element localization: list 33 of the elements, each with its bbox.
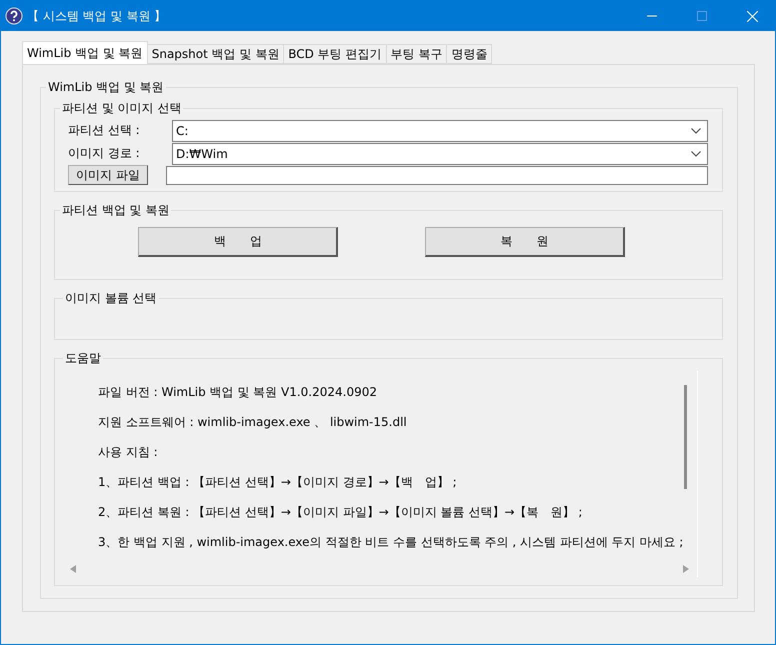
dropdown[interactable]: C: [172,120,708,142]
help-line: 파일 버전 : WimLib 백업 및 복원 V1.0.2024.0902 [98,385,378,400]
tab[interactable]: BCD 부팅 편집기 [283,44,387,64]
group-title: 이미지 볼륨 선택 [64,290,158,307]
right-arrow-icon[interactable] [683,565,689,573]
help-icon [5,7,23,25]
help-line: 사용 지침 : [98,445,159,460]
help-line: 1、파티션 백업 : 【파티션 선택】→【이미지 경로】→【백 업】 ; [98,475,458,490]
group-title: 파티션 및 이미지 선택 [61,100,182,117]
image-file-button[interactable]: 이미지 파일 [68,165,148,185]
group-title: 도움말 [64,350,102,367]
tab[interactable]: Snapshot 백업 및 복원 [146,44,284,64]
tab[interactable]: WimLib 백업 및 복원 [22,41,148,64]
field-label: 이미지 경로 : [67,145,141,162]
chevron-icon [691,128,701,134]
maximize-icon [697,11,707,21]
chevron-icon [691,150,701,156]
close-icon [746,10,758,22]
help-line: 지원 소프트웨어 : wimlib-imagex.exe 、 libwim-15.dll [98,415,408,430]
action-button[interactable]: 백 업 [138,227,338,257]
tab[interactable]: 명령줄 [446,44,492,64]
field-label: 파티션 선택 : [67,122,141,139]
help-line: 3、한 백업 지원 , wimlib-imagex.exe의 적절한 비트 수를 선택하도록 주의 , 시스템 파티션에 두지 마세요 ; [98,535,684,550]
tab[interactable]: 부팅 복구 [386,44,448,64]
group-title: WimLib 백업 및 복원 [47,79,165,96]
dropdown[interactable]: D:₩Wim [172,142,708,164]
help-line: 2、파티션 복원 : 【파티션 선택】→【이미지 파일】→【이미지 볼륨 선택】→【복 원】 ; [98,505,584,520]
scrollbar-thumb[interactable] [684,385,687,489]
input-field[interactable] [166,166,708,184]
action-button[interactable]: 복 원 [424,227,625,257]
left-arrow-icon[interactable] [70,565,76,573]
group-title: 파티션 백업 및 복원 [61,202,170,219]
window-title: 【 시스템 백업 및 복원 】 [27,8,168,24]
